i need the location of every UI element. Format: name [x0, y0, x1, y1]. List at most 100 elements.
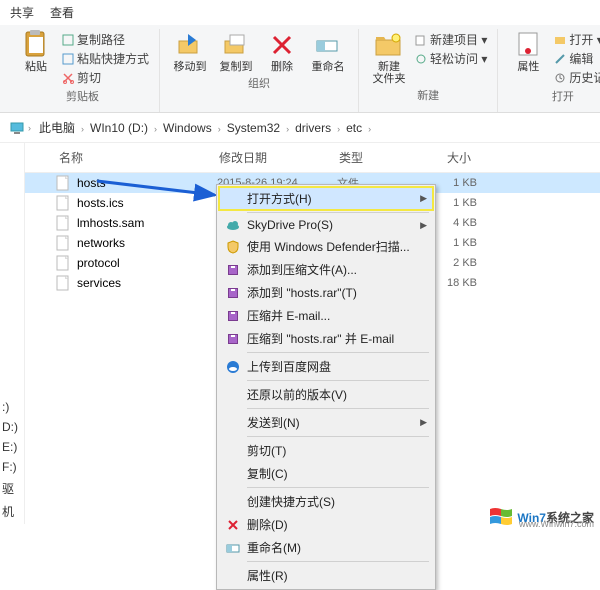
- menu-item-label: 使用 Windows Defender扫描...: [243, 238, 427, 255]
- context-menu-item[interactable]: 属性(R): [219, 564, 433, 587]
- history-button[interactable]: 历史记录: [554, 69, 600, 86]
- group-label-new: 新建: [417, 85, 439, 105]
- file-icon: [55, 255, 71, 271]
- nav-item[interactable]: 驱: [2, 480, 22, 497]
- context-menu-item[interactable]: 添加到压缩文件(A)...: [219, 258, 433, 281]
- context-menu-item[interactable]: 剪切(T): [219, 439, 433, 462]
- ribbon-group-open: 属性 打开 ▾ 编辑 历史记录 打开: [498, 29, 600, 112]
- col-type[interactable]: 类型: [335, 147, 415, 168]
- breadcrumb-segment[interactable]: System32: [223, 119, 284, 137]
- breadcrumb-segment[interactable]: 此电脑: [35, 119, 79, 137]
- menu-separator: [247, 561, 429, 562]
- open-icon: [554, 34, 566, 46]
- menu-item-label: 创建快捷方式(S): [243, 493, 427, 510]
- menu-item-label: SkyDrive Pro(S): [243, 218, 420, 232]
- menu-item-label: 删除(D): [243, 516, 427, 533]
- menu-item-label: 添加到 "hosts.rar"(T): [243, 284, 427, 301]
- file-icon: [55, 215, 71, 231]
- chevron-right-icon: ›: [366, 124, 373, 134]
- file-name: hosts: [77, 176, 217, 190]
- nav-item[interactable]: E:): [2, 440, 22, 454]
- column-headers[interactable]: 名称 修改日期 类型 大小: [25, 143, 600, 173]
- col-date[interactable]: 修改日期: [215, 147, 335, 168]
- context-menu[interactable]: 打开方式(H)▶SkyDrive Pro(S)▶使用 Windows Defen…: [216, 184, 436, 590]
- newitem-button[interactable]: 新建项目 ▾: [415, 31, 487, 48]
- menu-item-label: 还原以前的版本(V): [243, 386, 427, 403]
- context-menu-item[interactable]: 打开方式(H)▶: [219, 187, 433, 210]
- context-menu-item[interactable]: 上传到百度网盘: [219, 355, 433, 378]
- edit-icon: [554, 53, 566, 65]
- ribbon-group-new: 新建 文件夹 新建项目 ▾ 轻松访问 ▾ 新建: [359, 29, 498, 112]
- paste-button[interactable]: 粘贴: [16, 29, 56, 73]
- moveto-button[interactable]: 移动到: [170, 29, 210, 73]
- menu-item-icon: [223, 519, 243, 531]
- delete-icon: [266, 29, 298, 61]
- context-menu-item[interactable]: 发送到(N)▶: [219, 411, 433, 434]
- easyaccess-button[interactable]: 轻松访问 ▾: [415, 50, 487, 67]
- chevron-right-icon: ›: [26, 123, 33, 133]
- menu-item-label: 添加到压缩文件(A)...: [243, 261, 427, 278]
- windows-flag-icon: [489, 507, 513, 527]
- breadcrumb-segment[interactable]: etc: [342, 119, 366, 137]
- copyto-icon: [220, 29, 252, 61]
- properties-button[interactable]: 属性: [508, 29, 548, 73]
- context-menu-item[interactable]: 添加到 "hosts.rar"(T): [219, 281, 433, 304]
- chevron-right-icon: ›: [216, 124, 223, 134]
- chevron-right-icon: ▶: [420, 193, 427, 204]
- menu-view[interactable]: 查看: [50, 4, 74, 21]
- context-menu-item[interactable]: 压缩到 "hosts.rar" 并 E-mail: [219, 327, 433, 350]
- nav-item[interactable]: :): [2, 400, 22, 414]
- menu-item-label: 复制(C): [243, 465, 427, 482]
- group-label-open: 打开: [552, 86, 574, 106]
- edit-button[interactable]: 编辑: [554, 50, 600, 67]
- context-menu-item[interactable]: 复制(C): [219, 462, 433, 485]
- file-icon: [55, 235, 71, 251]
- context-menu-item[interactable]: SkyDrive Pro(S)▶: [219, 215, 433, 235]
- context-menu-item[interactable]: 使用 Windows Defender扫描...: [219, 235, 433, 258]
- menu-item-icon: [223, 542, 243, 554]
- group-label-clipboard: 剪贴板: [66, 86, 99, 106]
- menu-item-label: 剪切(T): [243, 442, 427, 459]
- menu-item-icon: [223, 286, 243, 300]
- nav-item[interactable]: D:): [2, 420, 22, 434]
- context-menu-item[interactable]: 还原以前的版本(V): [219, 383, 433, 406]
- file-icon: [55, 175, 71, 191]
- menu-item-label: 上传到百度网盘: [243, 358, 427, 375]
- menu-item-icon: [223, 332, 243, 346]
- nav-item[interactable]: F:): [2, 460, 22, 474]
- col-size[interactable]: 大小: [415, 147, 475, 168]
- context-menu-item[interactable]: 删除(D): [219, 513, 433, 536]
- col-name[interactable]: 名称: [55, 147, 215, 168]
- chevron-right-icon: ▶: [420, 417, 427, 428]
- cut-button[interactable]: 剪切: [62, 69, 149, 86]
- breadcrumb-segment[interactable]: drivers: [291, 119, 335, 137]
- menu-item-icon: [223, 360, 243, 374]
- open-button[interactable]: 打开 ▾: [554, 31, 600, 48]
- copyto-button[interactable]: 复制到: [216, 29, 256, 73]
- file-icon: [55, 195, 71, 211]
- menu-item-label: 压缩并 E-mail...: [243, 307, 427, 324]
- copy-path-button[interactable]: 复制路径: [62, 31, 149, 48]
- file-name: protocol: [77, 256, 217, 270]
- paste-shortcut-button[interactable]: 粘贴快捷方式: [62, 50, 149, 67]
- moveto-icon: [174, 29, 206, 61]
- delete-button[interactable]: 删除: [262, 29, 302, 73]
- breadcrumb-segment[interactable]: Windows: [159, 119, 216, 137]
- rename-button[interactable]: 重命名: [308, 29, 348, 73]
- menu-item-label: 属性(R): [243, 567, 427, 584]
- breadcrumb-segment[interactable]: WIn10 (D:): [86, 119, 152, 137]
- breadcrumb[interactable]: › 此电脑›WIn10 (D:)›Windows›System32›driver…: [0, 113, 600, 143]
- computer-icon: [10, 121, 24, 135]
- nav-pane[interactable]: :) D:) E:) F:) 驱机: [0, 143, 25, 524]
- properties-icon: [512, 29, 544, 61]
- file-icon: [55, 275, 71, 291]
- context-menu-item[interactable]: 重命名(M): [219, 536, 433, 559]
- nav-item[interactable]: 机: [2, 503, 22, 520]
- group-label-organize: 组织: [248, 73, 270, 93]
- file-name: lmhosts.sam: [77, 216, 217, 230]
- context-menu-item[interactable]: 压缩并 E-mail...: [219, 304, 433, 327]
- menu-share[interactable]: 共享: [10, 4, 34, 21]
- newfolder-button[interactable]: 新建 文件夹: [369, 29, 409, 85]
- context-menu-item[interactable]: 创建快捷方式(S): [219, 490, 433, 513]
- menu-item-label: 重命名(M): [243, 539, 427, 556]
